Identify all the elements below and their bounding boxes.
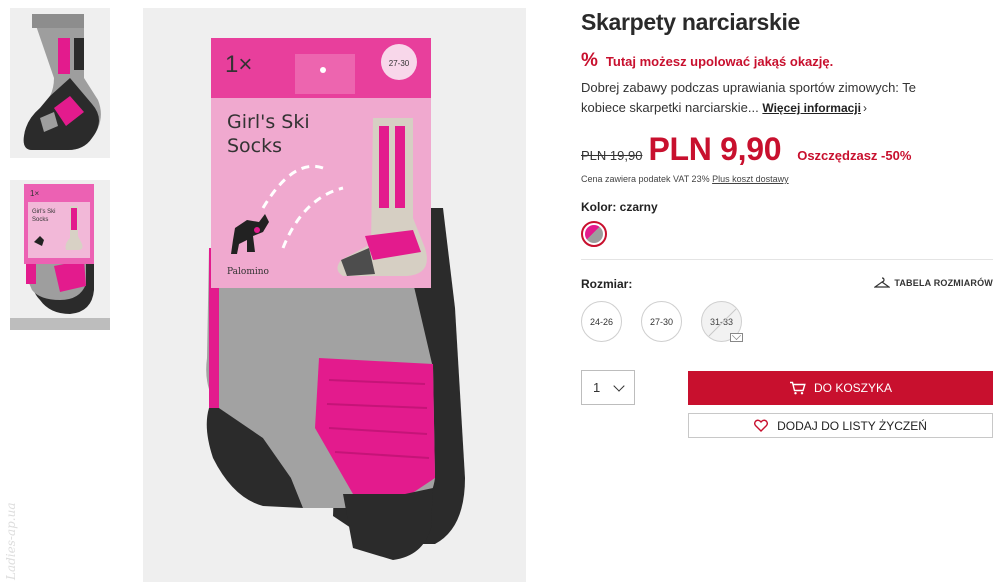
color-swatch-black[interactable] (581, 221, 607, 247)
add-to-wishlist-button[interactable]: DODAJ DO LISTY ŻYCZEŃ (688, 413, 993, 438)
package-brand-text: Palomino (227, 267, 269, 277)
size-option-label: 27-30 (649, 316, 674, 327)
thumbnail-package[interactable]: 1× Girl's Ski Socks (10, 180, 110, 330)
thumbnail-list: 1× Girl's Ski Socks (10, 8, 110, 330)
saving-badge: Oszczędzasz -50% (797, 148, 912, 163)
vat-note: Cena zawiera podatek VAT 23% Plus koszt … (581, 174, 789, 184)
size-table-label: TABELA ROZMIARÓW (894, 278, 993, 288)
hanger-icon (874, 277, 891, 288)
mail-icon[interactable] (730, 333, 743, 342)
color-label: Kolor: czarny (581, 200, 658, 214)
vat-text: Cena zawiera podatek VAT 23% (581, 174, 710, 184)
thumb-package-count: 1× (30, 189, 39, 198)
package-name-line1: Girl's Ski (227, 111, 310, 133)
quantity-select[interactable]: 1 (581, 370, 635, 405)
package-size-text: 27-30 (389, 59, 410, 68)
size-option-24-26[interactable]: 24-26 (581, 301, 622, 342)
add-to-wishlist-label: DODAJ DO LISTY ŻYCZEŃ (777, 418, 927, 433)
thumb-package-name-1: Girl's Ski (32, 209, 55, 215)
size-option-31-33[interactable]: 31-33 (701, 301, 743, 342)
chevron-down-icon (613, 379, 625, 392)
size-label: Rozmiar: (581, 277, 633, 291)
price-row: PLN 19,90 PLN 9,90 Oszczędzasz -50% (581, 131, 911, 168)
size-option-27-30[interactable]: 27-30 (641, 301, 682, 342)
divider (581, 259, 993, 260)
size-options: 24-26 27-30 31-33 (581, 301, 761, 342)
package-thumbnail-image: 1× Girl's Ski Socks (24, 184, 94, 314)
current-price: PLN 9,90 (648, 131, 782, 167)
quantity-value: 1 (593, 380, 601, 395)
chevron-right-icon: › (862, 101, 867, 115)
deal-text: Tutaj możesz upolować jakąś okazję. (605, 53, 834, 69)
package-name-line2: Socks (227, 135, 282, 157)
size-table-link[interactable]: TABELA ROZMIARÓW (874, 277, 993, 289)
thumb-package-name-2: Socks (32, 217, 48, 223)
cart-icon (789, 381, 806, 395)
main-product-image[interactable]: 27-30 1× Girl's Ski Socks Palomino (143, 8, 526, 582)
percent-icon: % (581, 50, 598, 71)
size-option-label: 24-26 (589, 316, 614, 327)
add-to-cart-button[interactable]: DO KOSZYKA (688, 371, 993, 405)
deal-notice: % Tutaj możesz upolować jakąś okazję. (581, 50, 834, 71)
old-price: PLN 19,90 (581, 148, 643, 163)
heart-icon (754, 419, 769, 432)
sock-thumbnail-image (23, 14, 101, 150)
product-description: Dobrej zabawy podczas uprawiania sportów… (581, 78, 961, 118)
more-info-link[interactable]: Więcej informacji (762, 101, 861, 115)
add-to-cart-label: DO KOSZYKA (813, 381, 893, 395)
thumbnail-sock[interactable] (10, 8, 110, 158)
swatch-image (585, 225, 603, 243)
product-title: Skarpety narciarskie (581, 9, 801, 35)
watermark-text: Ladies-ap.ua (4, 502, 18, 581)
package-count-text: 1× (225, 51, 252, 78)
ski-socks-package-image: 27-30 1× Girl's Ski Socks Palomino (206, 38, 465, 560)
shipping-cost-link[interactable]: Plus koszt dostawy (712, 174, 789, 184)
